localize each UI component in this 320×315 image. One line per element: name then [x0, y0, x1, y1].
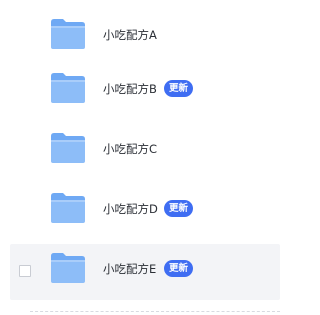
- folder-name[interactable]: 小吃配方D: [103, 199, 158, 219]
- folder-icon: [49, 190, 87, 225]
- update-badge: 更新: [164, 80, 194, 97]
- folder-name[interactable]: 小吃配方A: [103, 25, 157, 45]
- folder-icon: [49, 130, 87, 165]
- list-item[interactable]: 小吃配方D 更新: [0, 184, 280, 244]
- list-item[interactable]: 小吃配方B 更新: [0, 64, 280, 124]
- folder-name[interactable]: 小吃配方B: [103, 79, 157, 99]
- list-item[interactable]: 小吃配方A: [0, 10, 280, 70]
- folder-icon: [49, 250, 87, 285]
- folder-name[interactable]: 小吃配方E: [103, 259, 156, 279]
- checkbox[interactable]: [19, 265, 31, 277]
- update-badge: 更新: [164, 260, 194, 277]
- folder-list: 小吃配方A 小吃配方B 更新 小吃配方C 小吃配方D 更新 小吃配方E 更新: [0, 0, 280, 315]
- update-badge: 更新: [164, 200, 194, 217]
- folder-icon: [49, 70, 87, 105]
- list-item[interactable]: 小吃配方C: [0, 124, 280, 184]
- list-item[interactable]: 小吃配方E 更新: [0, 244, 280, 304]
- folder-name[interactable]: 小吃配方C: [103, 139, 157, 159]
- list-divider: [30, 311, 280, 312]
- folder-icon: [49, 16, 87, 51]
